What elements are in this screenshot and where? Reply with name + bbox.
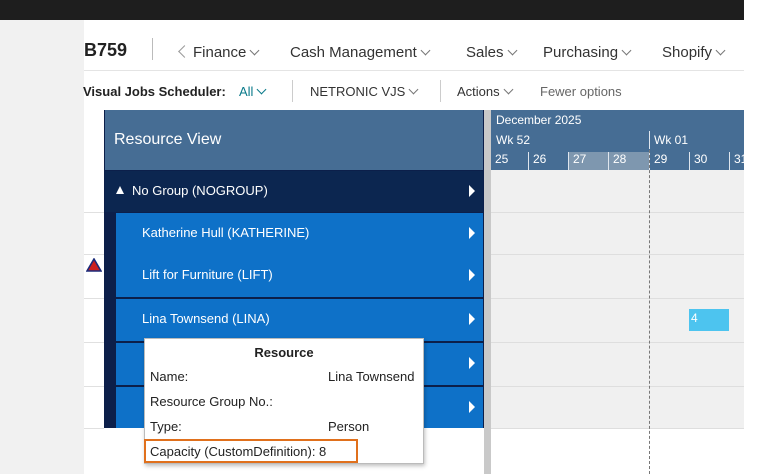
- tooltip-field-label: Resource Group No.:: [150, 394, 273, 409]
- tooltip-field-label: Name:: [150, 369, 189, 384]
- day-cell-weekend: 28: [608, 152, 649, 170]
- chevron-down-icon: [249, 45, 260, 56]
- row-divider: [84, 342, 104, 343]
- expand-arrow-icon[interactable]: [469, 185, 475, 197]
- week-divider: [649, 131, 650, 149]
- row-divider: [84, 428, 104, 429]
- collapse-triangle-icon[interactable]: [116, 186, 124, 194]
- week-label: Wk 01: [654, 133, 689, 147]
- row-divider: [84, 212, 104, 213]
- expand-arrow-icon[interactable]: [469, 313, 475, 325]
- toolbar-divider: [292, 80, 293, 102]
- row-divider: [84, 386, 104, 387]
- day-cell: 25: [495, 152, 509, 166]
- netronic-vjs-menu[interactable]: NETRONIC VJS: [310, 84, 419, 99]
- resource-view-title: Resource View: [114, 131, 222, 148]
- gantt-row-line: [491, 386, 744, 387]
- row-divider: [84, 254, 104, 255]
- resource-tooltip: Resource Name: Lina Townsend Resource Gr…: [144, 338, 424, 464]
- chevron-down-icon: [621, 45, 632, 56]
- company-name[interactable]: B759: [84, 40, 127, 61]
- nav-shopify[interactable]: Shopify: [662, 44, 726, 61]
- netronic-vjs-label: NETRONIC VJS: [310, 84, 406, 99]
- day-cell: 30: [689, 152, 729, 170]
- left-margin-pane: [0, 20, 84, 474]
- nav-sales[interactable]: Sales: [466, 44, 517, 61]
- resource-label: Lift for Furniture (LIFT): [142, 267, 273, 282]
- gantt-row-line: [491, 298, 744, 299]
- right-margin: [744, 20, 776, 474]
- group-label: No Group (NOGROUP): [132, 183, 268, 198]
- nav-finance[interactable]: Finance: [178, 44, 260, 61]
- chevron-down-icon: [257, 84, 267, 95]
- nav-purchasing[interactable]: Purchasing: [543, 44, 632, 61]
- today-marker-line: [649, 150, 650, 474]
- header-divider: [84, 70, 744, 71]
- chevron-down-icon: [503, 84, 514, 95]
- tooltip-title: Resource: [254, 345, 314, 360]
- row-divider: [84, 298, 104, 299]
- top-app-bar: [0, 0, 744, 20]
- expand-arrow-icon[interactable]: [469, 227, 475, 239]
- tooltip-field-label: Type:: [150, 419, 182, 434]
- nav-divider: [152, 38, 153, 60]
- expand-arrow-icon[interactable]: [469, 401, 475, 413]
- actions-label: Actions: [457, 84, 500, 99]
- gantt-grid: [491, 170, 744, 428]
- day-cell: 26: [528, 152, 568, 170]
- expand-arrow-icon[interactable]: [469, 269, 475, 281]
- chevron-down-icon: [507, 45, 517, 56]
- expand-arrow-icon[interactable]: [469, 357, 475, 369]
- resource-label: Lina Townsend (LINA): [142, 311, 270, 326]
- gantt-row-line: [491, 342, 744, 343]
- day-cell: 29: [649, 152, 689, 170]
- nav-purchasing-label: Purchasing: [543, 44, 619, 61]
- toolbar-divider: [440, 80, 441, 102]
- tooltip-field-value: Person: [328, 419, 370, 434]
- day-cell-weekend: 27: [568, 152, 608, 170]
- week-label: Wk 52: [496, 133, 531, 147]
- day-cell: 31: [729, 152, 744, 170]
- nav-shopify-label: Shopify: [662, 44, 713, 61]
- chevron-left-icon[interactable]: [178, 45, 191, 58]
- pane-splitter[interactable]: [484, 110, 491, 474]
- capacity-highlight-box: [144, 439, 358, 463]
- chevron-down-icon: [715, 45, 726, 56]
- nav-cash-management[interactable]: Cash Management: [290, 44, 431, 61]
- month-label: December 2025: [496, 113, 582, 127]
- fewer-options-button[interactable]: Fewer options: [540, 84, 622, 99]
- nav-sales-label: Sales: [466, 44, 504, 61]
- gantt-row-line: [491, 254, 744, 255]
- gantt-row-line: [491, 212, 744, 213]
- actions-menu[interactable]: Actions: [457, 84, 514, 99]
- chevron-down-icon: [408, 84, 419, 95]
- chevron-down-icon: [420, 45, 431, 56]
- vjs-page-title: Visual Jobs Scheduler:: [83, 84, 226, 99]
- vjs-filter-dropdown[interactable]: All: [239, 84, 267, 99]
- vjs-filter-value: All: [239, 84, 254, 99]
- nav-cash-management-label: Cash Management: [290, 44, 417, 61]
- gantt-row-line: [491, 428, 744, 429]
- warning-icon: [86, 258, 102, 272]
- nav-finance-label: Finance: [193, 44, 247, 61]
- resource-label: Katherine Hull (KATHERINE): [142, 225, 310, 240]
- tooltip-field-value: Lina Townsend: [328, 369, 415, 384]
- task-bar[interactable]: 4: [689, 309, 729, 331]
